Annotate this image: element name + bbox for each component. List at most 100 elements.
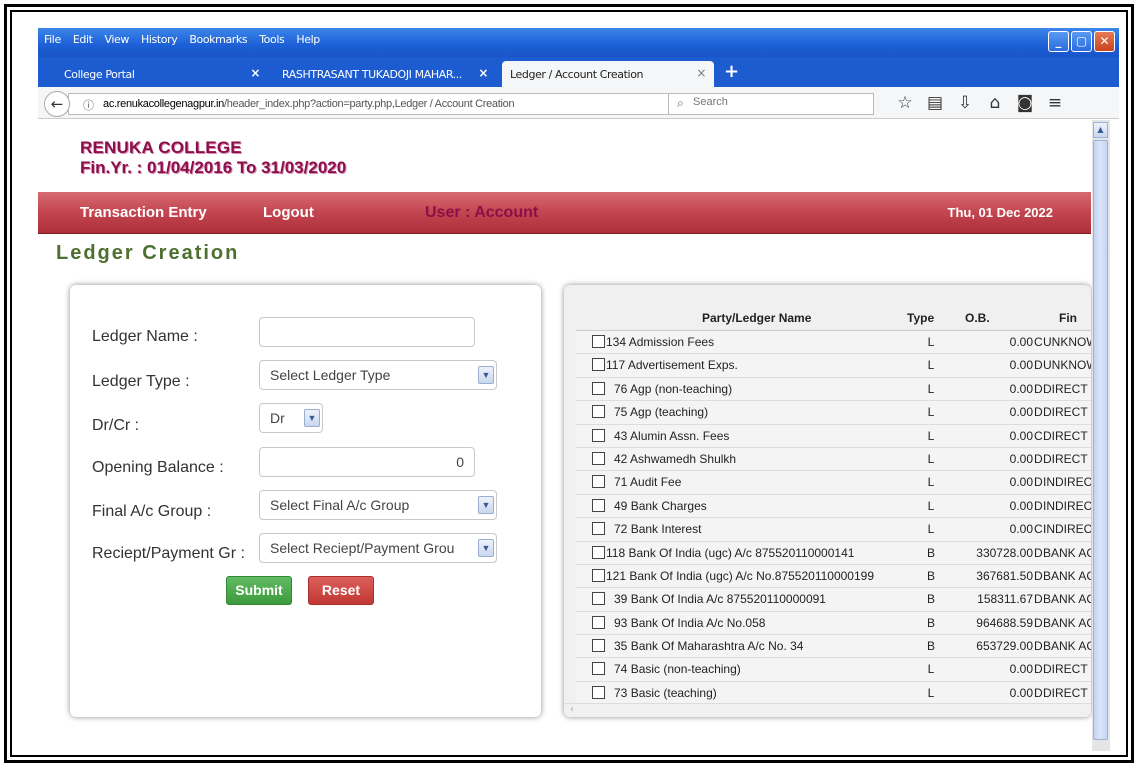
scroll-left-icon[interactable]: ‹ xyxy=(570,704,574,715)
maximize-button[interactable]: ▢ xyxy=(1071,31,1092,52)
info-icon[interactable]: ⓘ xyxy=(83,97,94,113)
opening-balance-cell: 367681.50 xyxy=(976,568,1033,583)
ledger-name-input[interactable] xyxy=(259,317,475,347)
back-button[interactable]: ← xyxy=(44,91,70,117)
row-checkbox[interactable] xyxy=(592,522,605,536)
reset-button[interactable]: Reset xyxy=(308,576,374,605)
group-cell: BANK ACCO xyxy=(1043,545,1091,560)
table-row[interactable]: 76 Agp (non-teaching) L 0.00DDIRECT EXP xyxy=(576,377,1091,402)
row-checkbox[interactable] xyxy=(592,475,605,489)
tab-close-icon[interactable]: × xyxy=(478,66,488,80)
table-row[interactable]: 134 Admission Fees L 0.00CUNKNOWN xyxy=(576,331,1091,355)
row-checkbox[interactable] xyxy=(592,615,605,629)
row-checkbox[interactable] xyxy=(592,639,605,653)
row-checkbox[interactable] xyxy=(592,381,605,395)
tab-close-icon[interactable]: × xyxy=(250,66,260,80)
row-checkbox[interactable] xyxy=(592,685,605,699)
table-row[interactable]: 35 Bank Of Maharashtra A/c No. 34 B 653729… xyxy=(576,635,1091,659)
table-row[interactable]: 74 Basic (non-teaching) L 0.00DDIRECT EXP xyxy=(576,658,1091,682)
receipt-payment-select[interactable]: Select Reciept/Payment Grou ▼ xyxy=(259,533,497,563)
chevron-down-icon: ▼ xyxy=(478,366,494,384)
row-checkbox[interactable] xyxy=(592,451,605,465)
table-row[interactable]: 121 Bank Of India (ugc) A/c No.875520110… xyxy=(576,564,1091,589)
menu-view[interactable]: View xyxy=(99,33,136,46)
table-row[interactable]: 117 Advertisement Exps. L 0.00DUNKNOWN xyxy=(576,354,1091,378)
menu-history[interactable]: History xyxy=(135,33,183,46)
table-row[interactable]: 39 Bank Of India A/c 875520110000091 B 158… xyxy=(576,588,1091,612)
close-window-button[interactable]: ✕ xyxy=(1094,31,1115,52)
ledger-name-cell: 74 Basic (non-teaching) xyxy=(614,662,741,676)
horizontal-scrollbar[interactable]: ‹ xyxy=(564,703,1091,717)
table-row[interactable]: 72 Bank Interest L 0.00CINDIRECT IN xyxy=(576,518,1091,542)
row-checkbox[interactable] xyxy=(592,335,605,348)
table-row[interactable]: 73 Basic (teaching) L 0.00DDIRECT EXP xyxy=(576,681,1091,706)
submit-button[interactable]: Submit xyxy=(226,576,292,605)
tab-college-portal[interactable]: College Portal × xyxy=(56,61,268,87)
row-checkbox[interactable] xyxy=(592,545,605,559)
hamburger-menu-icon[interactable]: ≡ xyxy=(1040,93,1070,113)
opening-balance-cell: 0.00 xyxy=(1009,335,1033,349)
scroll-up-icon[interactable]: ▲ xyxy=(1093,122,1108,138)
table-row[interactable]: 43 Alumin Assn. Fees L 0.00CDIRECT INC xyxy=(576,424,1091,448)
new-tab-button[interactable]: + xyxy=(724,61,739,82)
table-row[interactable]: 71 Audit Fee L 0.00DINDIRECT E xyxy=(576,471,1091,495)
table-row[interactable]: 75 Agp (teaching) L 0.00DDIRECT EXP xyxy=(576,401,1091,425)
group-cell: DIRECT EXP xyxy=(1043,685,1091,700)
column-header-name[interactable]: Party/Ledger Name xyxy=(702,311,811,325)
row-checkbox[interactable] xyxy=(592,428,605,442)
ledger-name: Bank Of Maharashtra A/c No. 34 xyxy=(630,639,804,654)
url-text[interactable]: ac.renukacollegenagpur.in/header_index.p… xyxy=(103,98,515,110)
tab-close-icon[interactable]: × xyxy=(696,66,706,80)
column-header-group[interactable]: Fin xyxy=(1059,311,1077,325)
ledger-type-select[interactable]: Select Ledger Type ▼ xyxy=(259,360,497,390)
transaction-entry-link[interactable]: Transaction Entry xyxy=(80,204,207,221)
scrollbar-thumb[interactable] xyxy=(1093,140,1108,740)
row-checkbox[interactable] xyxy=(592,405,605,419)
drcr-select[interactable]: Dr ▼ xyxy=(259,403,323,433)
logout-link[interactable]: Logout xyxy=(263,204,314,221)
row-checkbox[interactable] xyxy=(592,498,605,512)
drcr-cell: C xyxy=(1034,428,1043,443)
current-user: User : Account xyxy=(425,204,539,221)
url-host: ac.renukacollegenagpur.in xyxy=(103,98,224,110)
url-path: /header_index.php?action=party.php,Ledge… xyxy=(223,98,515,110)
ledger-name: Bank Interest xyxy=(630,522,702,537)
final-group-select[interactable]: Select Final A/c Group ▼ xyxy=(259,490,497,520)
drcr-cell: C xyxy=(1034,522,1043,537)
url-bar[interactable]: ⓘ ac.renukacollegenagpur.in/header_index… xyxy=(68,93,696,115)
ledger-name: Admission Fees xyxy=(628,335,715,349)
table-row[interactable]: 49 Bank Charges L 0.00DINDIRECT E xyxy=(576,494,1091,519)
opening-balance-cell: 0.00 xyxy=(1009,685,1033,700)
row-checkbox[interactable] xyxy=(592,662,605,676)
opening-balance-input[interactable]: 0 xyxy=(259,447,475,477)
menu-help[interactable]: Help xyxy=(290,33,325,46)
row-checkbox[interactable] xyxy=(592,358,605,372)
reading-list-icon[interactable]: ▤ xyxy=(920,93,950,113)
menu-tools[interactable]: Tools xyxy=(253,33,290,46)
pocket-icon[interactable]: ◙ xyxy=(1010,93,1040,113)
menu-bookmarks[interactable]: Bookmarks xyxy=(183,33,253,46)
row-checkbox[interactable] xyxy=(592,592,605,606)
bookmark-star-icon[interactable]: ☆ xyxy=(890,93,920,113)
column-header-ob[interactable]: O.B. xyxy=(965,311,990,325)
table-row[interactable]: 42 Ashwamedh Shulkh L 0.00DDIRECT INC xyxy=(576,447,1091,472)
tab-rtmnu[interactable]: RASHTRASANT TUKADOJI MAHAR... × xyxy=(274,61,496,87)
download-icon[interactable]: ⇩ xyxy=(950,93,980,113)
menu-file[interactable]: File xyxy=(38,33,67,46)
search-input[interactable] xyxy=(693,96,863,108)
search-box[interactable]: ⌕ xyxy=(668,93,874,115)
menu-edit[interactable]: Edit xyxy=(67,33,99,46)
ledger-type-cell: L xyxy=(927,498,935,513)
tab-ledger-creation[interactable]: Ledger / Account Creation × xyxy=(502,61,714,87)
drcr-cell: D xyxy=(1034,451,1043,466)
home-icon[interactable]: ⌂ xyxy=(980,93,1010,113)
table-row[interactable]: 93 Bank Of India A/c No.058 B 964688.59 D BA… xyxy=(576,611,1091,636)
vertical-scrollbar[interactable]: ▲ xyxy=(1092,120,1110,751)
table-row[interactable]: 118 Bank Of India (ugc) A/c 875520110000… xyxy=(576,541,1091,565)
ledger-name: Alumin Assn. Fees xyxy=(630,428,730,443)
row-checkbox[interactable] xyxy=(592,568,605,582)
ledger-name: Bank Of India A/c 875520110000091 xyxy=(630,592,826,607)
opening-balance-cell: 0.00 xyxy=(1009,662,1033,677)
minimize-button[interactable]: _ xyxy=(1048,31,1069,52)
column-header-type[interactable]: Type xyxy=(907,311,934,325)
